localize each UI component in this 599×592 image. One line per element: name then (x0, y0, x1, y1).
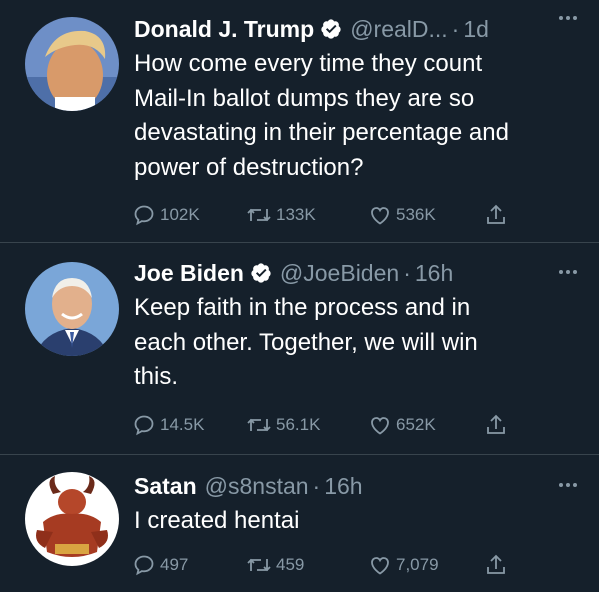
retweet-button[interactable]: 133K (246, 202, 316, 228)
separator-dot: · (451, 15, 460, 42)
handle[interactable]: @realD... (350, 16, 447, 43)
display-name[interactable]: Joe Biden (134, 260, 244, 287)
like-count: 536K (396, 205, 436, 224)
like-icon (371, 557, 389, 575)
share-button[interactable] (484, 552, 508, 578)
tweet-actions: 102K 133K 536K (132, 202, 512, 228)
avatar-trump[interactable] (25, 17, 119, 111)
tweet-biden[interactable]: Joe Biden @JoeBiden · 16h Keep faith in … (0, 243, 599, 454)
tweet-text-line: power of destruction? (134, 153, 364, 181)
reply-count: 14.5K (160, 415, 205, 434)
share-icon (487, 414, 505, 434)
tweet-text-line: Keep faith in the process and in (134, 294, 471, 321)
reply-icon (134, 205, 154, 226)
verified-badge-icon (320, 18, 342, 40)
more-options-icon[interactable] (559, 16, 577, 20)
retweet-icon (247, 418, 271, 432)
tweet-text: I created hentai (134, 504, 581, 539)
like-count: 7,079 (396, 555, 439, 574)
share-icon (487, 554, 505, 574)
tweet-text-line: this. (134, 363, 179, 390)
tweet-header: Satan @s8nstan · 16h (134, 469, 581, 503)
timestamp[interactable]: 1d (463, 16, 489, 43)
more-options-icon[interactable] (559, 483, 577, 487)
share-button[interactable] (484, 412, 508, 438)
avatar-satan[interactable] (25, 472, 119, 566)
separator-dot: · (403, 259, 411, 286)
reply-count: 102K (160, 205, 200, 224)
separator-dot: · (312, 472, 321, 499)
tweet-trump[interactable]: Donald J. Trump @realD... · 1d How come … (0, 0, 599, 242)
tweet-text: Keep faith in the process and in each ot… (134, 291, 581, 395)
retweet-button[interactable]: 56.1K (246, 412, 320, 438)
timestamp[interactable]: 16h (415, 260, 453, 287)
share-button[interactable] (484, 202, 508, 228)
like-button[interactable]: 652K (368, 412, 436, 438)
tweet-header: Joe Biden @JoeBiden · 16h (134, 256, 581, 290)
avatar-biden[interactable] (25, 262, 119, 356)
handle[interactable]: @JoeBiden (280, 260, 399, 287)
handle[interactable]: @s8nstan (205, 473, 309, 500)
tweet-text: How come every time they count Mail-In b… (134, 47, 581, 185)
retweet-icon (247, 208, 271, 222)
like-button[interactable]: 7,079 (368, 552, 439, 578)
timestamp[interactable]: 16h (324, 473, 362, 500)
tweet-header: Donald J. Trump @realD... · 1d (134, 12, 581, 46)
tweet-actions: 14.5K 56.1K 652K (132, 412, 512, 438)
tweet-text-line: each other. Together, we will win (134, 328, 478, 356)
retweet-count: 133K (276, 205, 316, 224)
like-icon (371, 417, 389, 435)
reply-count: 497 (160, 555, 189, 574)
reply-button[interactable]: 14.5K (132, 412, 204, 438)
retweet-button[interactable]: 459 (246, 552, 304, 578)
display-name[interactable]: Satan (134, 473, 197, 500)
like-button[interactable]: 536K (368, 202, 436, 228)
like-icon (371, 207, 389, 225)
retweet-count: 459 (276, 555, 305, 574)
more-options-icon[interactable] (559, 270, 577, 274)
reply-button[interactable]: 497 (132, 552, 188, 578)
reply-icon (134, 555, 154, 576)
like-count: 652K (396, 415, 436, 434)
reply-icon (134, 415, 154, 436)
tweet-text-line: devastating in their percentage and (134, 119, 509, 146)
tweet-text-line: I created hentai (134, 507, 300, 534)
retweet-count: 56.1K (276, 415, 321, 434)
tweet-text-line: How come every time they count (134, 50, 483, 77)
verified-badge-icon (250, 262, 272, 284)
reply-button[interactable]: 102K (132, 202, 200, 228)
tweet-satan[interactable]: Satan @s8nstan · 16h I created hentai 49… (0, 455, 599, 592)
tweet-actions: 497 459 7,079 (132, 552, 512, 578)
retweet-icon (247, 558, 271, 572)
display-name[interactable]: Donald J. Trump (134, 16, 314, 43)
share-icon (487, 204, 505, 224)
tweet-text-line: Mail-In ballot dumps they are so (134, 84, 475, 112)
tweet-feed: Donald J. Trump @realD... · 1d How come … (0, 0, 599, 592)
